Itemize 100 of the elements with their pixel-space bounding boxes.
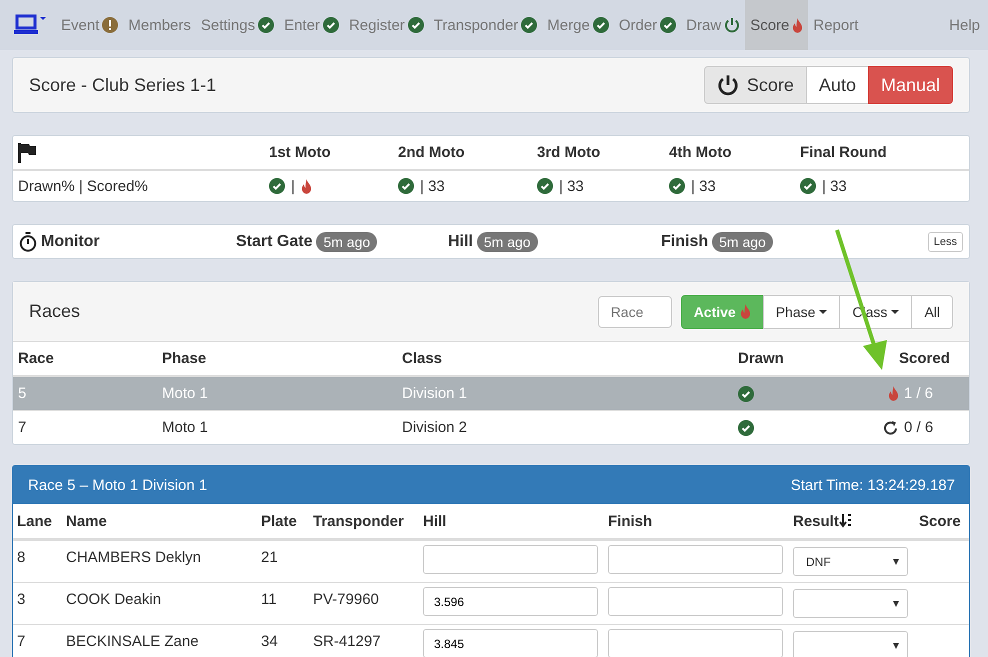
table-cell-text: 11 [261, 590, 278, 608]
nav-tab[interactable]: Enter [279, 0, 344, 50]
check-circle-icon [322, 17, 339, 33]
check-circle-icon [408, 17, 424, 33]
column-header: Name [66, 512, 107, 530]
result-select[interactable]: DNF [793, 547, 908, 576]
table-cell-text: 21 [261, 548, 279, 566]
flame-icon [300, 178, 312, 194]
hill-time-field[interactable]: 3.845 [423, 629, 598, 657]
table-cell-text: Division 2 [402, 419, 468, 436]
check-circle-icon [521, 17, 538, 33]
table-cell-text: 8 [17, 548, 26, 566]
column-header: Scored [899, 350, 950, 367]
nav-tab[interactable]: Register [344, 0, 429, 50]
table-cell-text: Moto 1 [162, 419, 209, 436]
scored-value: | 33 [420, 178, 445, 194]
mode-button[interactable]: Auto [806, 66, 869, 104]
hill-time-field[interactable]: 3.596 [423, 587, 598, 616]
filter-button[interactable]: All [911, 294, 953, 328]
exclamation-circle-icon [102, 17, 118, 33]
column-header: Race [18, 350, 54, 367]
table-cell-text: Moto 1 [162, 385, 209, 402]
caret-icon [819, 310, 828, 314]
check-circle-icon [592, 17, 609, 33]
time-badge: 5m ago [316, 232, 378, 252]
check-circle-icon [660, 17, 676, 33]
power-icon [716, 74, 739, 96]
sort-icon[interactable] [838, 513, 853, 529]
result-select[interactable] [793, 631, 908, 657]
filter-button[interactable]: Phase [762, 294, 840, 328]
column-header: Hill [423, 512, 446, 530]
column-header: Plate [261, 512, 297, 530]
finish-time-field[interactable] [608, 629, 783, 657]
hill-time-field[interactable] [423, 545, 598, 574]
nav-tab[interactable]: Merge [542, 0, 614, 50]
table-cell-text: COOK Deakin [66, 590, 162, 608]
computer-icon[interactable] [14, 14, 46, 36]
table-cell: 0 / 6 [904, 419, 934, 436]
flame-icon [792, 18, 804, 32]
column-header: 3rd Moto [536, 144, 602, 161]
nav-tab[interactable]: Transponder [428, 0, 542, 50]
table-cell-text: BECKINSALE Zane [66, 632, 200, 650]
nav-tab[interactable]: Event [56, 0, 124, 50]
scored-value: | 33 [822, 178, 847, 194]
column-header: Drawn [738, 350, 784, 367]
column-header: Class [402, 350, 442, 367]
table-cell-text: 7 [17, 632, 26, 650]
time-badge: 5m ago [476, 232, 538, 252]
column-header: 2nd Moto [397, 144, 466, 161]
finish-time-field[interactable] [608, 587, 783, 616]
column-header: Transponder [313, 512, 404, 530]
mode-button[interactable]: Manual [868, 66, 953, 104]
power-icon [724, 17, 740, 33]
less-button[interactable]: Less [928, 232, 963, 252]
scored-value: | 33 [559, 178, 584, 194]
mode-button[interactable]: Score [704, 66, 807, 104]
table-cell: 1 / 6 [904, 385, 933, 402]
caret-icon [893, 642, 899, 648]
table-cell: PV-79960 [313, 591, 379, 608]
table-cell-text: 3 [17, 590, 26, 608]
nav-tab[interactable]: Settings [196, 0, 280, 50]
race-search-field[interactable]: Race [598, 296, 672, 328]
race-row[interactable]: 7 Moto 1 Division 2 0 / 6 [13, 410, 969, 444]
table-cell-text: CHAMBERS Deklyn [66, 548, 202, 566]
nav-tab[interactable]: Score [745, 0, 808, 50]
scored-value: | 33 [691, 178, 716, 194]
nav-tab[interactable]: Draw [681, 0, 746, 50]
column-header: 4th Moto [668, 144, 732, 161]
column-header: Lane [17, 512, 52, 530]
result-select[interactable] [793, 589, 908, 618]
caret-icon [893, 558, 899, 564]
caret-icon [893, 600, 899, 606]
race-title: Race 5 – Moto 1 Division 1 [28, 476, 208, 494]
table-cell-text: 5 [18, 385, 28, 402]
check-circle-icon [258, 17, 274, 33]
flag-icon [18, 142, 36, 162]
stopwatch-icon [19, 232, 37, 252]
caret-icon [891, 310, 900, 314]
column-header: Final Round [799, 144, 888, 161]
race-row[interactable]: 5 Moto 1 Division 1 1 / 6 [13, 376, 969, 410]
filter-button[interactable]: Active [680, 294, 764, 328]
nav-tab[interactable]: Members [123, 0, 196, 50]
refresh-icon [883, 420, 899, 436]
column-header: 1st Moto [268, 144, 332, 161]
table-cell-text: 34 [261, 632, 279, 650]
help-link[interactable]: Help [949, 16, 988, 34]
scored-value: | [291, 178, 295, 194]
table-cell-text: 7 [18, 419, 28, 436]
panel-title: Score - Club Series 1-1 [29, 74, 216, 96]
checkpoint-label: Start Gate [236, 232, 312, 250]
monitor-title: Monitor [41, 232, 100, 250]
nav-tab[interactable]: Report [808, 0, 864, 50]
flame-icon [740, 304, 751, 319]
column-header: Phase [162, 350, 206, 367]
nav-tab[interactable]: Order [614, 0, 682, 50]
column-header: Result [793, 512, 839, 530]
table-cell: SR-41297 [313, 633, 381, 650]
start-time: Start Time: 13:24:29.187 [790, 476, 955, 494]
checkpoint-label: Finish [661, 232, 708, 250]
finish-time-field[interactable] [608, 545, 783, 574]
